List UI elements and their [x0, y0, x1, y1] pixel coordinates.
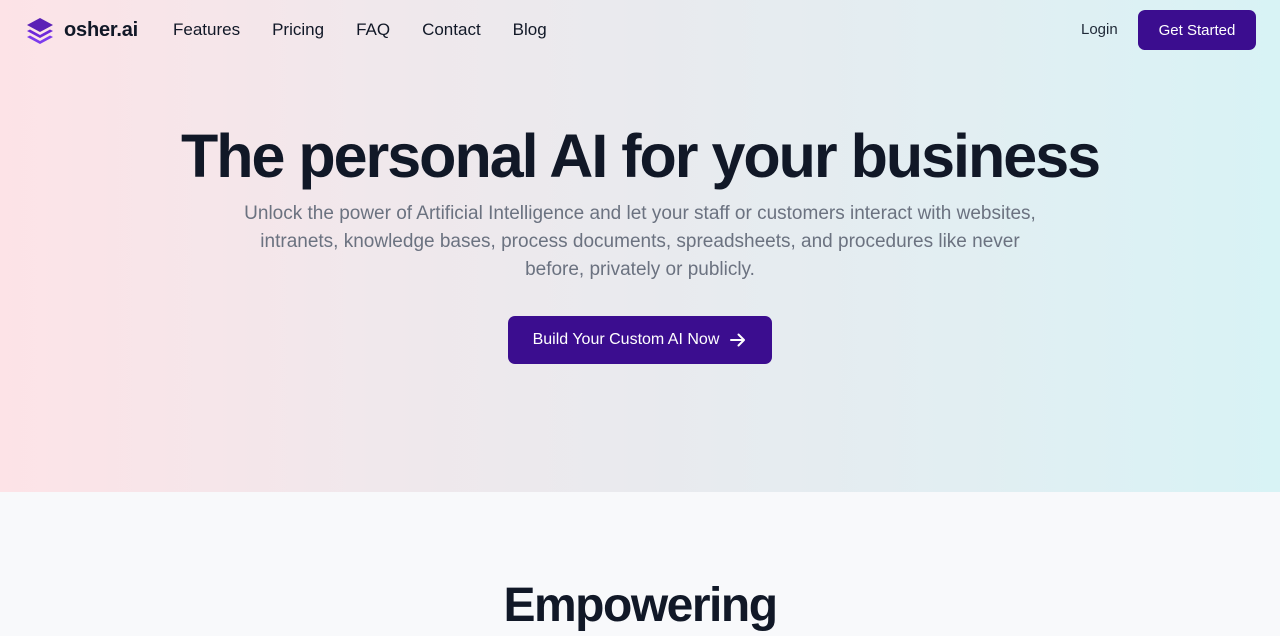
get-started-button[interactable]: Get Started: [1138, 10, 1256, 50]
nav-link-features[interactable]: Features: [157, 17, 256, 43]
login-link[interactable]: Login: [1068, 17, 1131, 43]
nav-link-blog[interactable]: Blog: [497, 17, 563, 43]
build-custom-ai-button[interactable]: Build Your Custom AI Now: [508, 316, 772, 364]
cta-label: Build Your Custom AI Now: [532, 331, 720, 348]
stacked-layers-icon: [27, 18, 53, 44]
nav-link-contact[interactable]: Contact: [406, 17, 497, 43]
hero-subtitle: Unlock the power of Artificial Intellige…: [244, 203, 1036, 280]
nav-link-pricing[interactable]: Pricing: [256, 17, 340, 43]
nav-links: Features Pricing FAQ Contact Blog: [157, 17, 563, 43]
nav-link-faq[interactable]: FAQ: [340, 17, 406, 43]
brand-name: osher.ai: [64, 18, 138, 41]
hero-headline: The personal AI for your business: [180, 122, 1101, 190]
section-title: Empowering: [503, 579, 778, 632]
top-navbar: osher.ai Features Pricing FAQ Contact Bl…: [0, 0, 1280, 60]
brand-logo[interactable]: osher.ai: [25, 15, 138, 45]
arrow-right-icon: [730, 333, 746, 347]
